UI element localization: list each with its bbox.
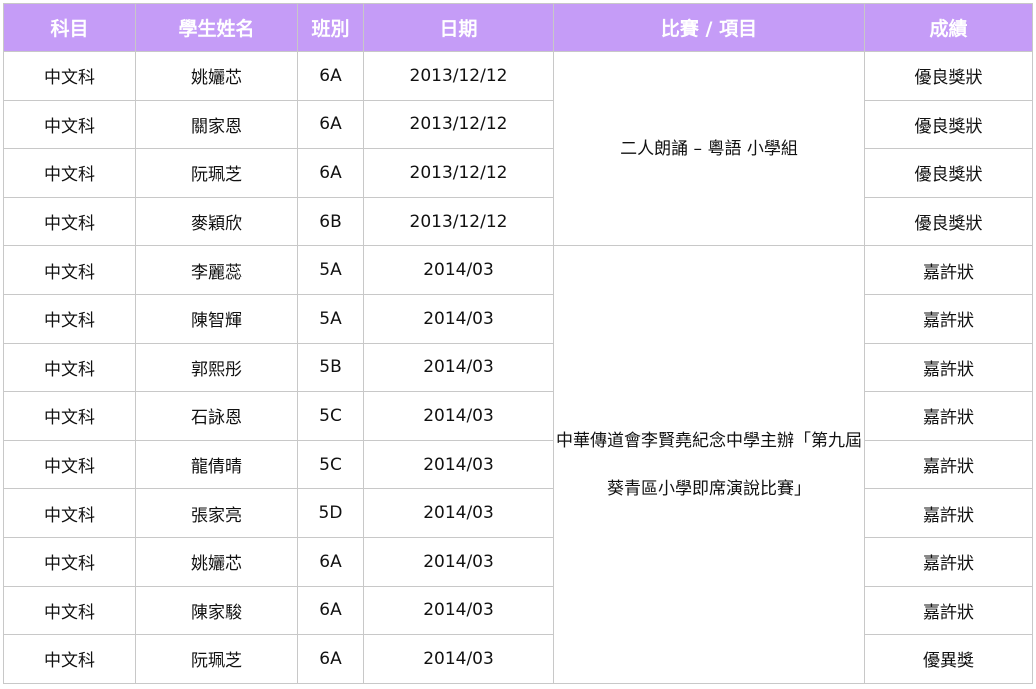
cell-class: 6A [297,148,364,198]
cell-class: 5A [297,293,364,344]
cell-student-name: 關家恩 [135,99,298,150]
cell-student-name: 姚孋芯 [135,536,298,587]
table-header: 科目 學生姓名 班別 日期 比賽 / 項目 成績 [3,3,1033,52]
header-row: 科目 學生姓名 班別 日期 比賽 / 項目 成績 [3,3,1033,52]
cell-class: 6A [297,585,364,636]
cell-student-name: 姚孋芯 [135,51,298,101]
cell-student-name: 麥穎欣 [135,196,298,247]
cell-date: 2013/12/12 [363,99,554,150]
cell-class: 5C [297,391,364,441]
cell-subject: 中文科 [3,439,136,490]
header-subject: 科目 [3,3,136,52]
cell-result: 嘉許狀 [864,536,1033,587]
cell-subject: 中文科 [3,245,136,295]
cell-student-name: 阮珮芝 [135,148,298,198]
cell-event: 中華傳道會李賢堯紀念中學主辦「第九屆葵青區小學即席演說比賽」 [553,245,865,684]
cell-date: 2014/03 [363,245,554,295]
cell-result: 優良獎狀 [864,148,1033,198]
cell-subject: 中文科 [3,342,136,393]
cell-subject: 中文科 [3,51,136,101]
cell-result: 優良獎狀 [864,196,1033,247]
cell-subject: 中文科 [3,148,136,198]
table-row: 中文科 陳智輝 5A 2014/03 嘉許狀 [3,293,1033,344]
table-row: 中文科 李麗蕊 5A 2014/03 中華傳道會李賢堯紀念中學主辦「第九屆葵青區小學即席… [3,245,1033,684]
table-row: 中文科 姚孋芯 6A 2013/12/12 二人朗誦 – 粵語 小學組 優良獎狀 [3,50,1033,247]
cell-result: 嘉許狀 [864,391,1033,441]
cell-result: 優良獎狀 [864,99,1033,150]
cell-subject: 中文科 [3,488,136,538]
cell-date: 2014/03 [363,536,554,587]
cell-date: 2013/12/12 [363,148,554,198]
cell-result: 嘉許狀 [864,439,1033,490]
cell-subject: 中文科 [3,585,136,636]
cell-student-name: 郭熙彤 [135,342,298,393]
cell-date: 2013/12/12 [363,196,554,247]
cell-result: 優異獎 [864,634,1033,684]
cell-class: 6A [297,99,364,150]
cell-class: 5A [297,245,364,295]
table-row: 中文科 陳家駿 6A 2014/03 嘉許狀 [3,585,1033,636]
table-row: 中文科 麥穎欣 6B 2013/12/12 優良獎狀 [3,196,1033,247]
cell-student-name: 李麗蕊 [135,245,298,295]
header-student-name: 學生姓名 [135,3,298,52]
cell-date: 2014/03 [363,634,554,684]
cell-subject: 中文科 [3,293,136,344]
cell-class: 5C [297,439,364,490]
cell-class: 6B [297,196,364,247]
header-class: 班別 [297,3,364,52]
cell-student-name: 龍倩晴 [135,439,298,490]
table-row: 中文科 阮珮芝 6A 2013/12/12 優良獎狀 [3,148,1033,198]
cell-class: 6A [297,536,364,587]
header-date: 日期 [363,3,554,52]
cell-result: 優良獎狀 [864,51,1033,101]
cell-subject: 中文科 [3,634,136,684]
cell-result: 嘉許狀 [864,585,1033,636]
cell-class: 5B [297,342,364,393]
table-row: 中文科 姚孋芯 6A 2014/03 嘉許狀 [3,536,1033,587]
cell-date: 2014/03 [363,342,554,393]
cell-student-name: 張家亮 [135,488,298,538]
cell-date: 2014/03 [363,391,554,441]
table-body: 中文科 姚孋芯 6A 2013/12/12 二人朗誦 – 粵語 小學組 優良獎狀 中文科 關家… [3,50,1033,684]
table-row: 中文科 關家恩 6A 2013/12/12 優良獎狀 [3,99,1033,150]
cell-class: 5D [297,488,364,538]
cell-class: 6A [297,51,364,101]
cell-date: 2014/03 [363,585,554,636]
cell-subject: 中文科 [3,391,136,441]
cell-student-name: 陳家駿 [135,585,298,636]
cell-class: 6A [297,634,364,684]
table-row: 中文科 張家亮 5D 2014/03 嘉許狀 [3,488,1033,538]
cell-subject: 中文科 [3,99,136,150]
cell-date: 2014/03 [363,293,554,344]
cell-student-name: 阮珮芝 [135,634,298,684]
cell-result: 嘉許狀 [864,342,1033,393]
cell-date: 2014/03 [363,439,554,490]
cell-event: 二人朗誦 – 粵語 小學組 [553,50,865,247]
table-row: 中文科 龍倩晴 5C 2014/03 嘉許狀 [3,439,1033,490]
cell-date: 2013/12/12 [363,51,554,101]
cell-result: 嘉許狀 [864,293,1033,344]
cell-student-name: 石詠恩 [135,391,298,441]
header-event: 比賽 / 項目 [553,3,865,52]
cell-date: 2014/03 [363,488,554,538]
header-result: 成績 [864,3,1033,52]
awards-table: 科目 學生姓名 班別 日期 比賽 / 項目 成績 中文科 姚孋芯 6A 2013/12… [3,3,1033,684]
table-row: 中文科 郭熙彤 5B 2014/03 嘉許狀 [3,342,1033,393]
cell-student-name: 陳智輝 [135,293,298,344]
cell-subject: 中文科 [3,196,136,247]
cell-result: 嘉許狀 [864,245,1033,295]
cell-subject: 中文科 [3,536,136,587]
cell-result: 嘉許狀 [864,488,1033,538]
table-row: 中文科 石詠恩 5C 2014/03 嘉許狀 [3,391,1033,441]
table-row: 中文科 阮珮芝 6A 2014/03 優異獎 [3,634,1033,684]
